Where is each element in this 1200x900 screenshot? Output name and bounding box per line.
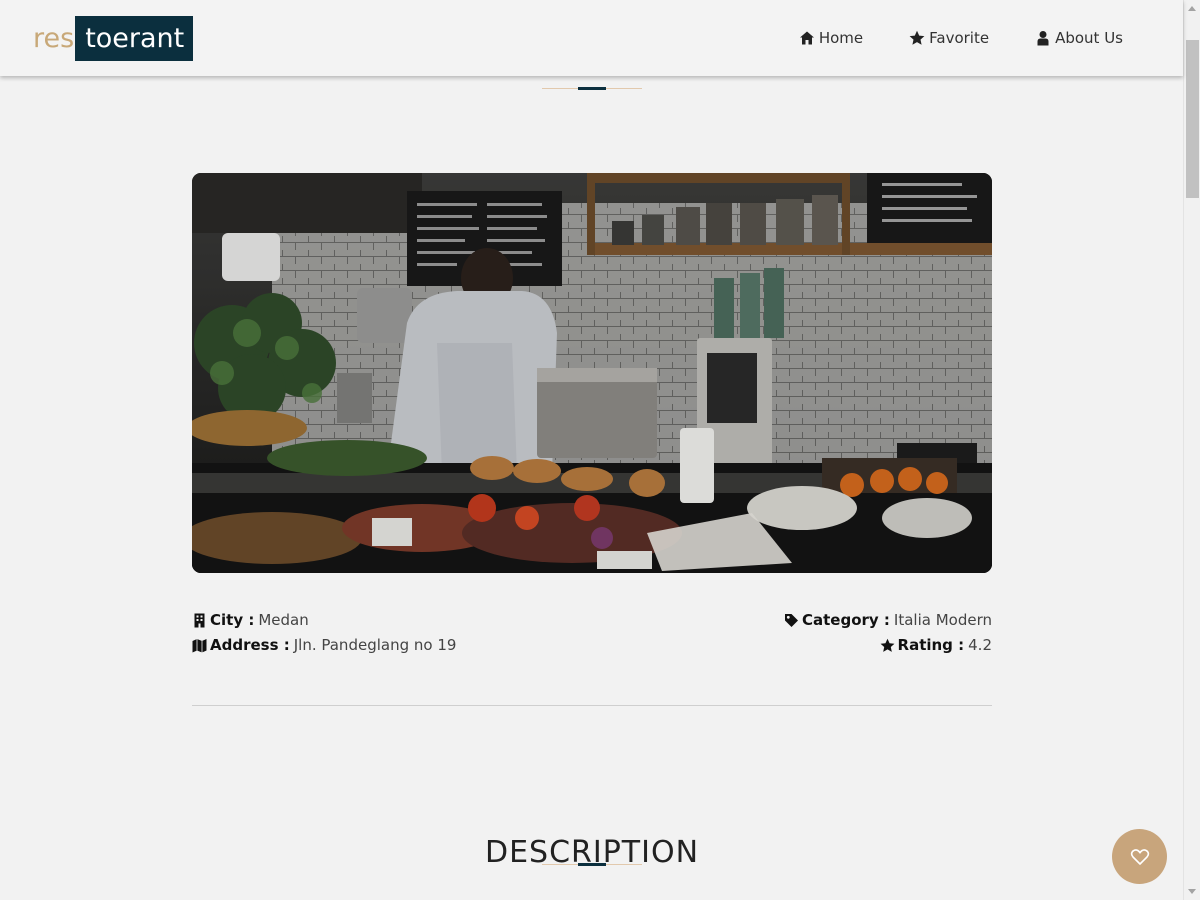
main-nav: Home Favorite About Us (753, 27, 1123, 49)
star-icon (880, 638, 895, 653)
address-value: Jln. Pandeglang no 19 (293, 636, 457, 654)
restaurant-info-right: Category : Italia Modern Rating : 4.2 (784, 608, 992, 658)
city-row: City : Medan (192, 608, 456, 633)
page-scrollbar[interactable] (1183, 0, 1200, 900)
heart-icon (1130, 848, 1149, 865)
scrollbar-thumb[interactable] (1186, 40, 1199, 198)
rating-row: Rating : 4.2 (784, 633, 992, 658)
restaurant-image (192, 173, 992, 573)
star-icon (909, 30, 925, 46)
app-header: res toerant Home Favorite About Us (0, 0, 1183, 76)
nav-home[interactable]: Home (799, 27, 863, 49)
brand-logo[interactable]: res toerant (33, 16, 194, 61)
top-title-divider (542, 87, 642, 91)
tag-icon (784, 613, 799, 628)
address-row: Address : Jln. Pandeglang no 19 (192, 633, 456, 658)
city-value: Medan (258, 611, 309, 629)
rating-value: 4.2 (968, 636, 992, 654)
logo-text-res: res (33, 23, 75, 54)
section-divider (192, 705, 992, 706)
cafe-photo (192, 173, 992, 573)
nav-favorite[interactable]: Favorite (909, 27, 989, 49)
nav-favorite-label: Favorite (929, 29, 990, 47)
city-label: City : (210, 611, 255, 629)
description-title-divider (542, 863, 642, 867)
map-icon (192, 638, 207, 653)
add-favorite-button[interactable] (1112, 829, 1167, 884)
rating-label: Rating : (897, 636, 965, 654)
building-icon (192, 613, 207, 628)
category-label: Category : (802, 611, 890, 629)
user-icon (1035, 30, 1051, 46)
restaurant-info-left: City : Medan Address : Jln. Pandeglang n… (192, 608, 456, 658)
home-icon (799, 30, 815, 46)
scroll-down-icon[interactable] (1188, 889, 1196, 894)
nav-about-label: About Us (1055, 29, 1123, 47)
scroll-up-icon[interactable] (1188, 6, 1196, 11)
address-label: Address : (210, 636, 290, 654)
nav-about-us[interactable]: About Us (1035, 27, 1123, 49)
logo-text-toerant: toerant (75, 16, 194, 61)
category-value: Italia Modern (893, 611, 992, 629)
nav-home-label: Home (818, 29, 864, 47)
category-row: Category : Italia Modern (784, 608, 992, 633)
